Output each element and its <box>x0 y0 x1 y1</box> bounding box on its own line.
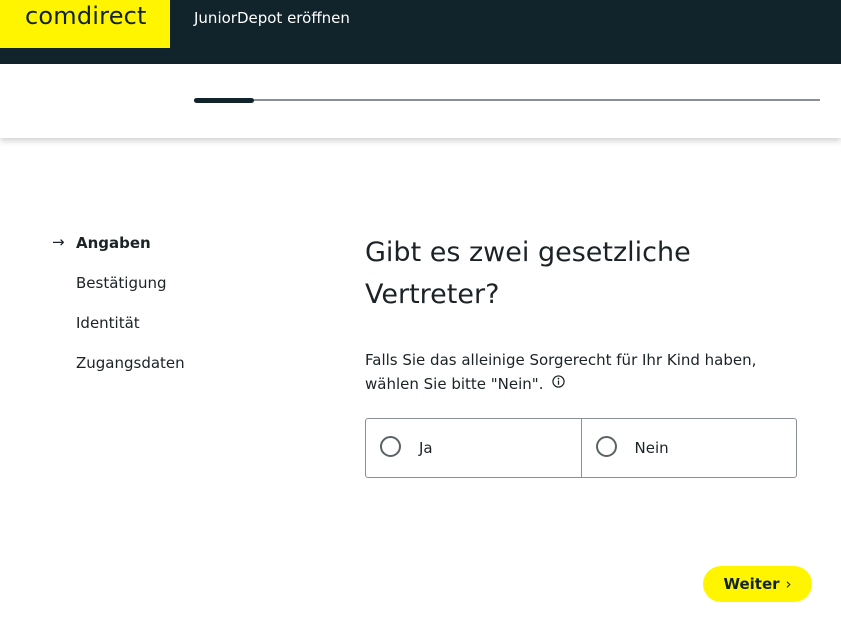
step-label: Zugangsdaten <box>76 354 185 372</box>
step-label: Bestätigung <box>76 274 167 292</box>
progress-bar-fill <box>194 98 255 103</box>
arrow-right-icon: → <box>52 233 65 251</box>
radio-button-nein[interactable] <box>595 436 617 457</box>
comdirect-logo[interactable]: comdirect <box>0 0 170 48</box>
question-heading: Gibt es zwei gesetzliche Vertreter? <box>365 237 691 310</box>
next-button[interactable]: Weiter › <box>703 566 812 602</box>
step-label: Identität <box>76 314 140 332</box>
info-icon[interactable] <box>552 375 565 388</box>
chevron-right-icon: › <box>785 575 792 593</box>
hint-line-2: wählen Sie bitte "Nein". <box>365 375 544 393</box>
hint-line-1: Falls Sie das alleinige Sorgerecht für I… <box>365 351 757 369</box>
page-title: JuniorDepot eröffnen <box>194 9 350 27</box>
logo-text: comdirect <box>25 2 147 30</box>
answer-options: Ja Nein <box>365 418 797 478</box>
step-label: Angaben <box>76 234 151 252</box>
option-nein[interactable]: Nein <box>580 419 797 477</box>
radio-button-ja[interactable] <box>380 436 401 457</box>
progress-track <box>194 99 820 101</box>
option-ja[interactable]: Ja <box>366 419 581 477</box>
hint-text: Falls Sie das alleinige Sorgerecht für I… <box>365 348 795 396</box>
top-bar: comdirect JuniorDepot eröffnen <box>0 0 841 64</box>
next-button-label: Weiter <box>723 575 780 593</box>
option-label: Ja <box>419 439 433 457</box>
progress-section <box>0 64 841 138</box>
option-label: Nein <box>634 439 669 457</box>
